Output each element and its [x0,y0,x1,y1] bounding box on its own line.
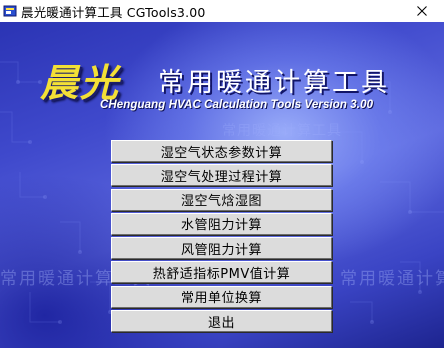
moist-air-state-button[interactable]: 湿空气状态参数计算 [111,140,332,162]
water-pipe-resistance-button[interactable]: 水管阻力计算 [111,212,332,235]
duct-resistance-button[interactable]: 风管阻力计算 [111,237,332,260]
app-window: 晨光暖通计算工具 CGTools3.00 晨光 常用暖通计算工具 CHengua… [0,0,444,348]
app-icon [3,5,17,17]
app-title: 常用暖通计算工具 [158,68,391,98]
window-title: 晨光暖通计算工具 CGTools3.00 [21,4,206,20]
main-menu: 湿空气状态参数计算 湿空气处理过程计算 湿空气焓湿图 水管阻力计算 风管阻力计算… [111,140,332,334]
psychrometric-chart-button[interactable]: 湿空气焓湿图 [111,188,332,211]
splash-panel: 晨光 常用暖通计算工具 CHenguang HVAC Calculation T… [0,22,444,348]
moist-air-process-button[interactable]: 湿空气处理过程计算 [111,164,332,187]
title-bar: 晨光暖通计算工具 CGTools3.00 [0,0,444,22]
close-button[interactable] [400,0,444,22]
exit-button[interactable]: 退出 [111,310,332,333]
watermark-title: 常用暖通计算工具 [222,123,342,139]
app-subtitle: CHenguang HVAC Calculation Tools Version… [100,99,374,111]
unit-conversion-button[interactable]: 常用单位换算 [111,285,332,308]
close-icon [417,6,427,16]
pmv-comfort-button[interactable]: 热舒适指标PMV值计算 [111,261,332,284]
watermark-right: 常用暖通计算工具 [340,269,444,289]
